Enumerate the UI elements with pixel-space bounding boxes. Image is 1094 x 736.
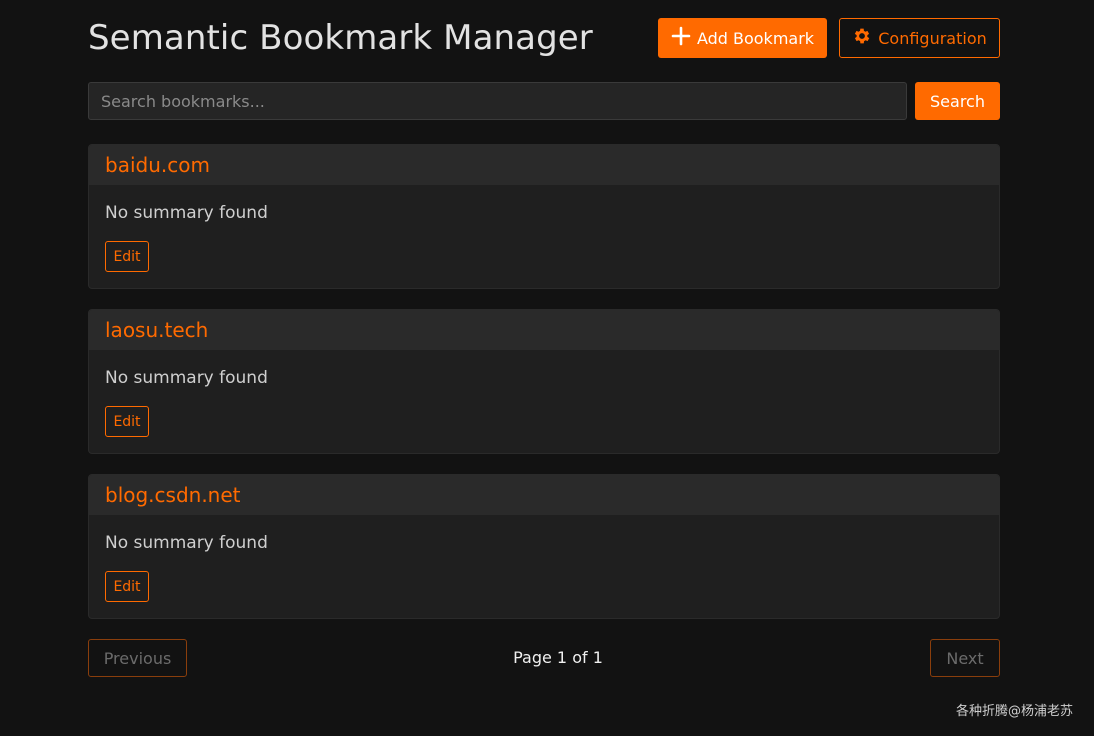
edit-button[interactable]: Edit (105, 406, 149, 437)
header: Semantic Bookmark Manager Add Bookmark C… (88, 0, 1000, 82)
bookmark-card: laosu.tech No summary found Edit (88, 309, 1000, 454)
bookmark-card-header: baidu.com (89, 145, 999, 185)
watermark: 各种折腾@杨浦老苏 (955, 704, 1073, 719)
edit-button[interactable]: Edit (105, 571, 149, 602)
bookmark-card: baidu.com No summary found Edit (88, 144, 1000, 289)
bookmark-card-body: No summary found Edit (89, 515, 999, 602)
bookmark-title-link[interactable]: laosu.tech (105, 318, 208, 342)
page-indicator: Page 1 of 1 (513, 648, 603, 667)
bookmark-summary: No summary found (105, 203, 268, 223)
app-container: Semantic Bookmark Manager Add Bookmark C… (88, 0, 1000, 679)
pagination: Previous Page 1 of 1 Next (88, 639, 1000, 679)
plus-icon (671, 26, 691, 50)
search-row: Search (88, 82, 1000, 144)
bookmark-title-link[interactable]: blog.csdn.net (105, 483, 241, 507)
next-button[interactable]: Next (930, 639, 1000, 677)
search-input[interactable] (88, 82, 907, 120)
add-bookmark-label: Add Bookmark (696, 28, 815, 48)
configuration-button[interactable]: Configuration (839, 18, 1000, 58)
bookmark-summary: No summary found (105, 368, 268, 388)
add-bookmark-button[interactable]: Add Bookmark (658, 18, 827, 58)
configuration-label: Configuration (878, 28, 987, 48)
bookmark-title-link[interactable]: baidu.com (105, 153, 210, 177)
bookmark-card: blog.csdn.net No summary found Edit (88, 474, 1000, 619)
page-title: Semantic Bookmark Manager (88, 18, 593, 58)
bookmark-card-header: blog.csdn.net (89, 475, 999, 515)
bookmark-card-body: No summary found Edit (89, 185, 999, 272)
bookmark-summary: No summary found (105, 533, 268, 553)
bookmark-card-body: No summary found Edit (89, 350, 999, 437)
edit-button[interactable]: Edit (105, 241, 149, 272)
gear-icon (852, 26, 872, 50)
bookmark-card-header: laosu.tech (89, 310, 999, 350)
search-button[interactable]: Search (915, 82, 1000, 120)
